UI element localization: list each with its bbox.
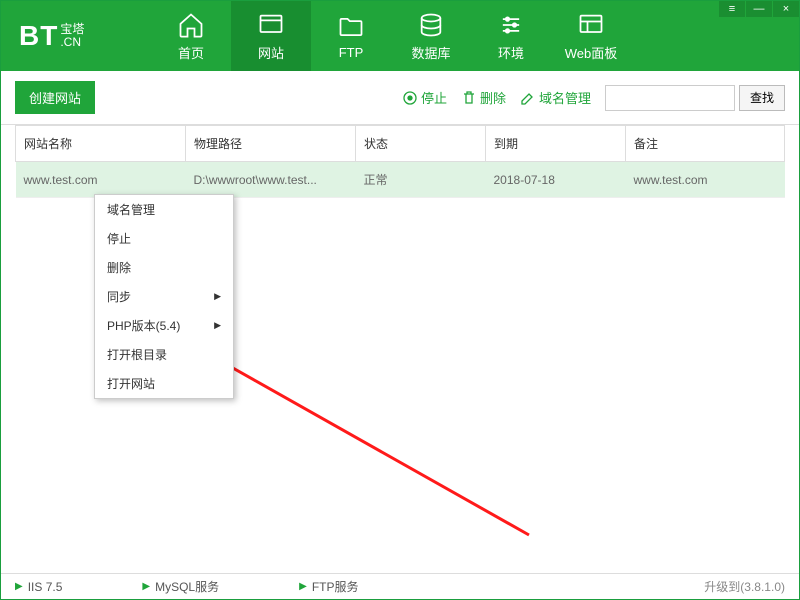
nav-webpanel[interactable]: Web面板 — [551, 1, 631, 71]
main-nav: 首页 网站 FTP 数据库 环境 Web面板 — [151, 1, 631, 71]
cell-name: www.test.com — [16, 162, 186, 198]
app-header: BT 宝塔 .CN 首页 网站 FTP 数据库 环境 Web面板 — [1, 1, 799, 71]
nav-environment[interactable]: 环境 — [471, 1, 551, 71]
cell-expire: 2018-07-18 — [486, 162, 626, 198]
edit-icon — [520, 90, 536, 106]
col-name[interactable]: 网站名称 — [16, 126, 186, 162]
toolbar: 创建网站 停止 删除 域名管理 查找 — [1, 71, 799, 125]
panel-icon — [577, 11, 605, 39]
table-header-row: 网站名称 物理路径 状态 到期 备注 — [16, 126, 785, 162]
status-mysql[interactable]: ▶MySQL服务 — [142, 578, 219, 595]
stop-icon — [402, 90, 418, 106]
chevron-right-icon: ▶ — [214, 320, 221, 331]
status-ftp[interactable]: ▶FTP服务 — [299, 578, 358, 595]
create-site-button[interactable]: 创建网站 — [15, 81, 95, 114]
menu-delete[interactable]: 删除 — [95, 253, 233, 282]
domain-manage-action[interactable]: 域名管理 — [520, 88, 591, 107]
window-minimize-icon[interactable]: — — [746, 1, 772, 17]
home-icon — [177, 11, 205, 39]
col-remark[interactable]: 备注 — [626, 126, 785, 162]
menu-domain-manage[interactable]: 域名管理 — [95, 195, 233, 224]
search-input[interactable] — [605, 85, 735, 111]
cell-path: D:\wwwroot\www.test... — [186, 162, 356, 198]
cell-remark: www.test.com — [626, 162, 785, 198]
logo-bt: BT — [19, 20, 58, 52]
chevron-right-icon: ▶ — [214, 291, 221, 302]
logo-cn: 宝塔 .CN — [60, 23, 84, 49]
status-iis[interactable]: ▶IIS 7.5 — [15, 580, 62, 594]
nav-site[interactable]: 网站 — [231, 1, 311, 71]
nav-ftp[interactable]: FTP — [311, 1, 391, 71]
menu-open-root[interactable]: 打开根目录 — [95, 340, 233, 369]
menu-php-version[interactable]: PHP版本(5.4)▶ — [95, 311, 233, 340]
folder-icon — [337, 13, 365, 41]
nav-database[interactable]: 数据库 — [391, 1, 471, 71]
menu-open-site[interactable]: 打开网站 — [95, 369, 233, 398]
window-controls: ≡ — × — [718, 1, 799, 17]
logo: BT 宝塔 .CN — [1, 1, 151, 71]
play-icon: ▶ — [299, 581, 307, 592]
play-icon: ▶ — [142, 581, 150, 592]
col-expire[interactable]: 到期 — [486, 126, 626, 162]
col-status[interactable]: 状态 — [356, 126, 486, 162]
nav-home[interactable]: 首页 — [151, 1, 231, 71]
cell-status: 正常 — [356, 162, 486, 198]
play-icon: ▶ — [15, 581, 23, 592]
menu-sync[interactable]: 同步▶ — [95, 282, 233, 311]
window-menu-icon[interactable]: ≡ — [719, 1, 745, 17]
menu-stop[interactable]: 停止 — [95, 224, 233, 253]
status-bar: ▶IIS 7.5 ▶MySQL服务 ▶FTP服务 升级到(3.8.1.0) — [1, 573, 799, 599]
site-icon — [257, 11, 285, 39]
database-icon — [417, 11, 445, 39]
table-row[interactable]: www.test.com D:\wwwroot\www.test... 正常 2… — [16, 162, 785, 198]
delete-action[interactable]: 删除 — [461, 88, 506, 107]
search-button[interactable]: 查找 — [739, 85, 785, 111]
col-path[interactable]: 物理路径 — [186, 126, 356, 162]
settings-icon — [497, 11, 525, 39]
stop-action[interactable]: 停止 — [402, 88, 447, 107]
trash-icon — [461, 90, 477, 106]
sites-table: 网站名称 物理路径 状态 到期 备注 www.test.com D:\wwwro… — [1, 125, 799, 198]
upgrade-link[interactable]: 升级到(3.8.1.0) — [704, 578, 785, 595]
window-close-icon[interactable]: × — [773, 1, 799, 17]
context-menu: 域名管理 停止 删除 同步▶ PHP版本(5.4)▶ 打开根目录 打开网站 — [94, 194, 234, 399]
